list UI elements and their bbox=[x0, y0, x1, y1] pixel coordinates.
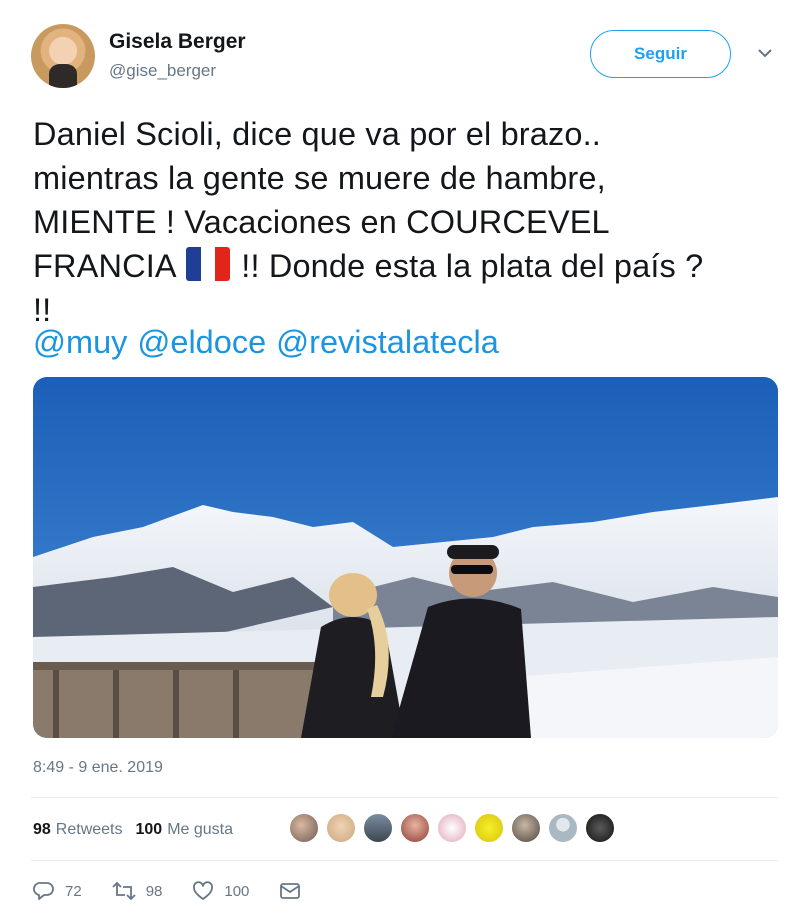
tweet-mentions: @muy @eldoce @revistalatecla bbox=[33, 320, 509, 364]
likes-count[interactable]: 100 bbox=[136, 821, 163, 839]
user-name[interactable]: Gisela Berger bbox=[109, 30, 246, 54]
mention-link[interactable]: @eldoce bbox=[137, 324, 266, 360]
liker-avatar[interactable] bbox=[437, 813, 467, 843]
tweet-stats: 98 Retweets 100 Me gusta bbox=[33, 818, 233, 842]
liker-avatar[interactable] bbox=[326, 813, 356, 843]
retweet-action[interactable]: 98 bbox=[112, 881, 163, 901]
liker-avatar[interactable] bbox=[585, 813, 615, 843]
tweet-actions: 72 98 100 bbox=[33, 877, 341, 905]
liker-avatar[interactable] bbox=[548, 813, 578, 843]
reply-count: 72 bbox=[65, 882, 82, 900]
liker-avatar[interactable] bbox=[400, 813, 430, 843]
user-handle[interactable]: @gise_berger bbox=[109, 61, 216, 81]
tweet-line: mientras la gente se muere de hambre, bbox=[33, 160, 606, 196]
liker-avatar[interactable] bbox=[363, 813, 393, 843]
likers-avatars bbox=[289, 813, 622, 843]
divider bbox=[31, 797, 778, 798]
tweet-line-text: FRANCIA bbox=[33, 248, 175, 284]
message-action[interactable] bbox=[279, 882, 311, 900]
heart-icon bbox=[193, 881, 214, 900]
tweet-photo[interactable] bbox=[33, 377, 778, 738]
reply-icon bbox=[33, 882, 54, 900]
photo-mountain-scene bbox=[33, 377, 778, 738]
like-count: 100 bbox=[224, 882, 250, 900]
liker-avatar[interactable] bbox=[289, 813, 319, 843]
tweet-timestamp[interactable]: 8:49 - 9 ene. 2019 bbox=[33, 759, 163, 777]
reply-action[interactable]: 72 bbox=[33, 881, 82, 901]
tweet-header: Gisela Berger @gise_berger Seguir bbox=[0, 0, 800, 100]
chevron-down-icon[interactable] bbox=[756, 46, 774, 60]
divider bbox=[31, 860, 778, 861]
liker-avatar[interactable] bbox=[511, 813, 541, 843]
like-action[interactable]: 100 bbox=[192, 881, 249, 901]
retweet-icon bbox=[112, 881, 136, 901]
tweet-line: MIENTE ! Vacaciones en COURCEVEL bbox=[33, 204, 610, 240]
mention-link[interactable]: @muy bbox=[33, 324, 127, 360]
follow-button[interactable]: Seguir bbox=[590, 30, 731, 78]
tweet-line-text: !! Donde esta la plata del país ? bbox=[241, 248, 704, 284]
retweets-count[interactable]: 98 bbox=[33, 821, 51, 839]
france-flag-icon bbox=[186, 247, 231, 281]
retweet-count: 98 bbox=[145, 882, 163, 900]
tweet-text: Daniel Scioli, dice que va por el brazo.… bbox=[33, 112, 773, 332]
tweet-line: Daniel Scioli, dice que va por el brazo.… bbox=[33, 116, 601, 152]
retweets-label[interactable]: Retweets bbox=[56, 821, 123, 839]
mention-link[interactable]: @revistalatecla bbox=[276, 324, 499, 360]
tweet-line-flag: FRANCIA !! Donde esta la plata del país … bbox=[33, 244, 773, 288]
user-avatar[interactable] bbox=[31, 24, 95, 88]
likes-label[interactable]: Me gusta bbox=[167, 821, 233, 839]
liker-avatar[interactable] bbox=[474, 813, 504, 843]
envelope-icon bbox=[280, 883, 301, 899]
